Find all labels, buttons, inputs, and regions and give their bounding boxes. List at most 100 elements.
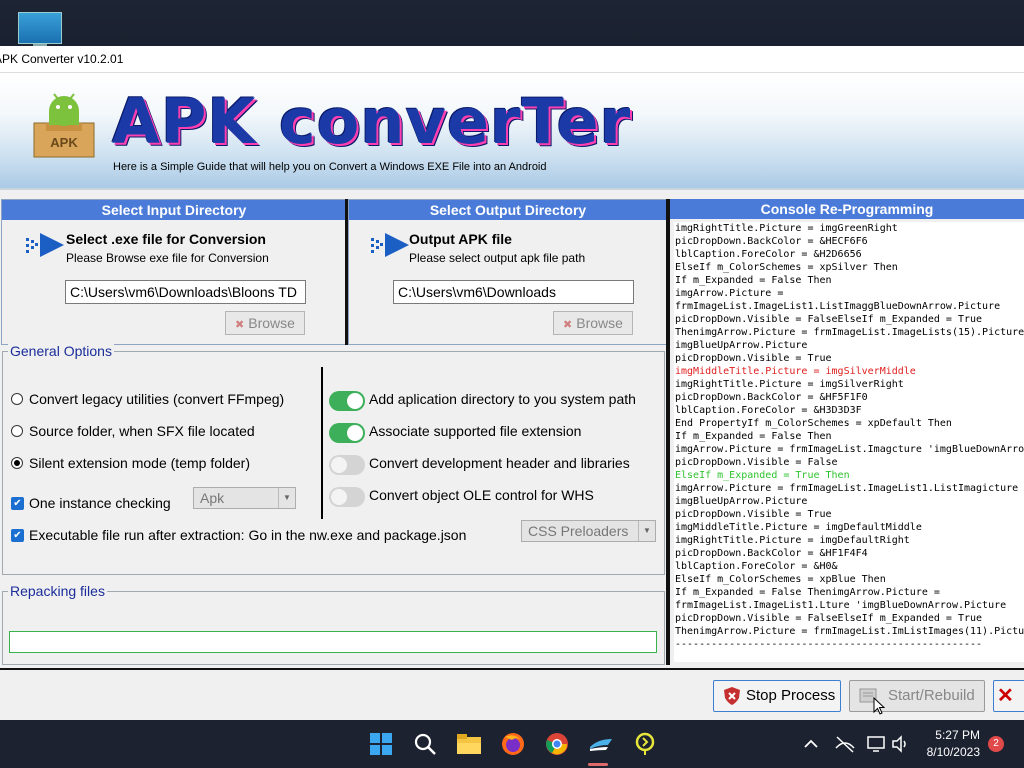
output-browse-button[interactable]: ✖ Browse xyxy=(553,311,633,335)
console-line: imgRightTitle.Picture = imgGreenRight xyxy=(675,223,898,234)
console-line: imgArrow.Picture = frmImageList.ImageLis… xyxy=(675,483,1019,494)
toggle-system-path-label: Add aplication directory to you system p… xyxy=(369,391,636,407)
radio-legacy-label: Convert legacy utilities (convert FFmpeg… xyxy=(29,391,285,407)
radio-source-folder[interactable] xyxy=(11,425,23,437)
console-output[interactable]: imgRightTitle.Picture = imgGreenRight pic… xyxy=(674,222,1024,662)
toggle-file-association[interactable] xyxy=(329,423,365,443)
chrome-icon[interactable] xyxy=(544,731,570,757)
console-line: ----------------------------------------… xyxy=(675,639,983,650)
start-rebuild-button[interactable]: Start/Rebuild xyxy=(849,680,985,712)
console-header: Console Re-Programming xyxy=(670,199,1024,219)
console-line: ThenimgArrow.Picture = frmImageList.ImLi… xyxy=(675,626,1024,637)
console-line: ElseIf m_Expanded = True Then xyxy=(675,470,850,481)
repacking-legend: Repacking files xyxy=(8,583,107,599)
taskbar: 5:27 PM 8/10/2023 xyxy=(0,720,1024,768)
pin-app-icon[interactable] xyxy=(632,731,658,757)
volume-icon[interactable] xyxy=(890,734,910,754)
toggle-file-association-label: Associate supported file extension xyxy=(369,423,582,439)
toggle-dev-headers[interactable] xyxy=(329,455,365,475)
clock-time[interactable]: 5:27 PM xyxy=(935,728,980,742)
start-rebuild-label: Start/Rebuild xyxy=(888,687,975,704)
toggle-ole-control[interactable] xyxy=(329,487,365,507)
brand-wordmark: APK converTer xyxy=(112,85,632,158)
close-button[interactable]: ✕ xyxy=(993,680,1024,712)
windows-start-icon[interactable] xyxy=(368,731,394,757)
console-line: ElseIf m_ColorSchemes = xpBlue Then xyxy=(675,574,886,585)
banner-tagline: Here is a Simple Guide that will help yo… xyxy=(113,161,547,173)
check-one-instance[interactable]: ✔ xyxy=(11,497,24,510)
mouse-cursor-icon xyxy=(873,697,885,715)
css-preloaders-dropdown[interactable]: CSS Preloaders ▼ xyxy=(521,520,656,542)
desktop-background xyxy=(0,0,1024,48)
shield-stop-icon xyxy=(724,687,740,705)
input-path-field[interactable] xyxy=(65,280,306,304)
display-icon[interactable] xyxy=(866,734,888,754)
console-panel: Console Re-Programming imgRightTitle.Pic… xyxy=(670,199,1024,665)
options-divider xyxy=(321,367,323,519)
console-line: End PropertyIf m_ColorSchemes = xpDefaul… xyxy=(675,418,952,429)
toggle-ole-control-label: Convert object OLE control for WHS xyxy=(369,487,594,503)
banner-divider xyxy=(0,188,1024,190)
window-titlebar: APK Converter v10.2.01 xyxy=(0,46,1024,73)
radio-silent-extension[interactable] xyxy=(11,457,23,469)
file-explorer-icon[interactable] xyxy=(456,731,482,757)
network-off-icon[interactable] xyxy=(834,734,856,754)
input-browse-label: Browse xyxy=(248,315,295,331)
console-line: ElseIf m_ColorSchemes = xpSilver Then xyxy=(675,262,898,273)
console-line: If m_Expanded = False ThenimgArrow.Pictu… xyxy=(675,587,940,598)
input-browse-button[interactable]: ✖ Browse xyxy=(225,311,305,335)
console-line: picDropDown.BackColor = &HF5F1F0 xyxy=(675,392,868,403)
toggle-dev-headers-label: Convert development header and libraries xyxy=(369,455,630,471)
radio-source-label: Source folder, when SFX file located xyxy=(29,423,255,439)
chevron-down-icon: ▼ xyxy=(278,488,295,508)
output-path-field[interactable] xyxy=(393,280,634,304)
stop-process-label: Stop Process xyxy=(746,687,836,704)
console-line: imgMiddleTitle.Picture = imgDefaultMiddl… xyxy=(675,522,922,533)
cancel-x-icon: ✖ xyxy=(563,319,573,331)
android-box-logo-icon: APK xyxy=(33,93,95,158)
search-icon[interactable] xyxy=(412,731,438,757)
check-executable-run[interactable]: ✔ xyxy=(11,529,24,542)
console-line: If m_Expanded = False Then xyxy=(675,275,832,286)
input-panel-header: Select Input Directory xyxy=(2,200,346,220)
console-line: imgArrow.Picture = xyxy=(675,288,784,299)
console-line: imgMiddleTitle.Picture = imgSilverMiddle xyxy=(675,366,916,377)
console-line: picDropDown.Visible = True xyxy=(675,509,832,520)
apk-format-dropdown[interactable]: Apk ▼ xyxy=(193,487,296,509)
check-one-instance-label: One instance checking xyxy=(29,495,171,511)
desktop-monitor-icon[interactable] xyxy=(18,12,62,48)
console-line: frmImageList.ImageList1.ListImaggBlueDow… xyxy=(675,301,1001,312)
header-banner: APK APK converTer Here is a Simple Guide… xyxy=(0,73,1024,189)
console-line: imgArrow.Picture = frmImageList.Imagctur… xyxy=(675,444,1024,455)
logo-apk-label: APK xyxy=(50,135,78,150)
input-directory-panel: Select Input Directory Select .exe file … xyxy=(1,199,347,345)
toggle-system-path[interactable] xyxy=(329,391,365,411)
console-line: picDropDown.Visible = True xyxy=(675,353,832,364)
output-section-title: Output APK file xyxy=(409,231,512,247)
console-line: ThenimgArrow.Picture = frmImageList.Imag… xyxy=(675,327,1024,338)
general-options-legend: General Options xyxy=(8,343,114,359)
css-preloaders-value: CSS Preloaders xyxy=(528,523,629,539)
console-line: frmImageList.ImageList1.Lture 'imgBlueDo… xyxy=(675,600,1007,611)
footer-divider xyxy=(0,668,1024,670)
clock-date[interactable]: 8/10/2023 xyxy=(927,745,980,759)
firefox-icon[interactable] xyxy=(500,731,526,757)
notification-badge[interactable]: 2 xyxy=(988,736,1004,752)
chevron-up-icon[interactable] xyxy=(802,735,820,753)
stop-process-button[interactable]: Stop Process xyxy=(713,680,841,712)
blue-arrow-icon xyxy=(371,233,409,257)
console-line: picDropDown.BackColor = &HF1F4F4 xyxy=(675,548,868,559)
apk-converter-taskbar-icon[interactable] xyxy=(588,731,614,757)
radio-legacy-utilities[interactable] xyxy=(11,393,23,405)
console-line: lblCaption.ForeColor = &H0& xyxy=(675,561,838,572)
console-line: picDropDown.Visible = FalseElseIf m_Expa… xyxy=(675,314,983,325)
repacking-progress-bar xyxy=(9,631,657,653)
close-icon: ✕ xyxy=(997,685,1014,707)
console-line: imgRightTitle.Picture = imgDefaultRight xyxy=(675,535,910,546)
console-line: picDropDown.Visible = FalseElseIf m_Expa… xyxy=(675,613,983,624)
console-line: picDropDown.Visible = False xyxy=(675,457,838,468)
input-section-subtitle: Please Browse exe file for Conversion xyxy=(66,251,269,265)
window-title: APK Converter v10.2.01 xyxy=(0,52,124,66)
chevron-down-icon: ▼ xyxy=(638,521,655,541)
console-line: picDropDown.BackColor = &HECF6F6 xyxy=(675,236,868,247)
